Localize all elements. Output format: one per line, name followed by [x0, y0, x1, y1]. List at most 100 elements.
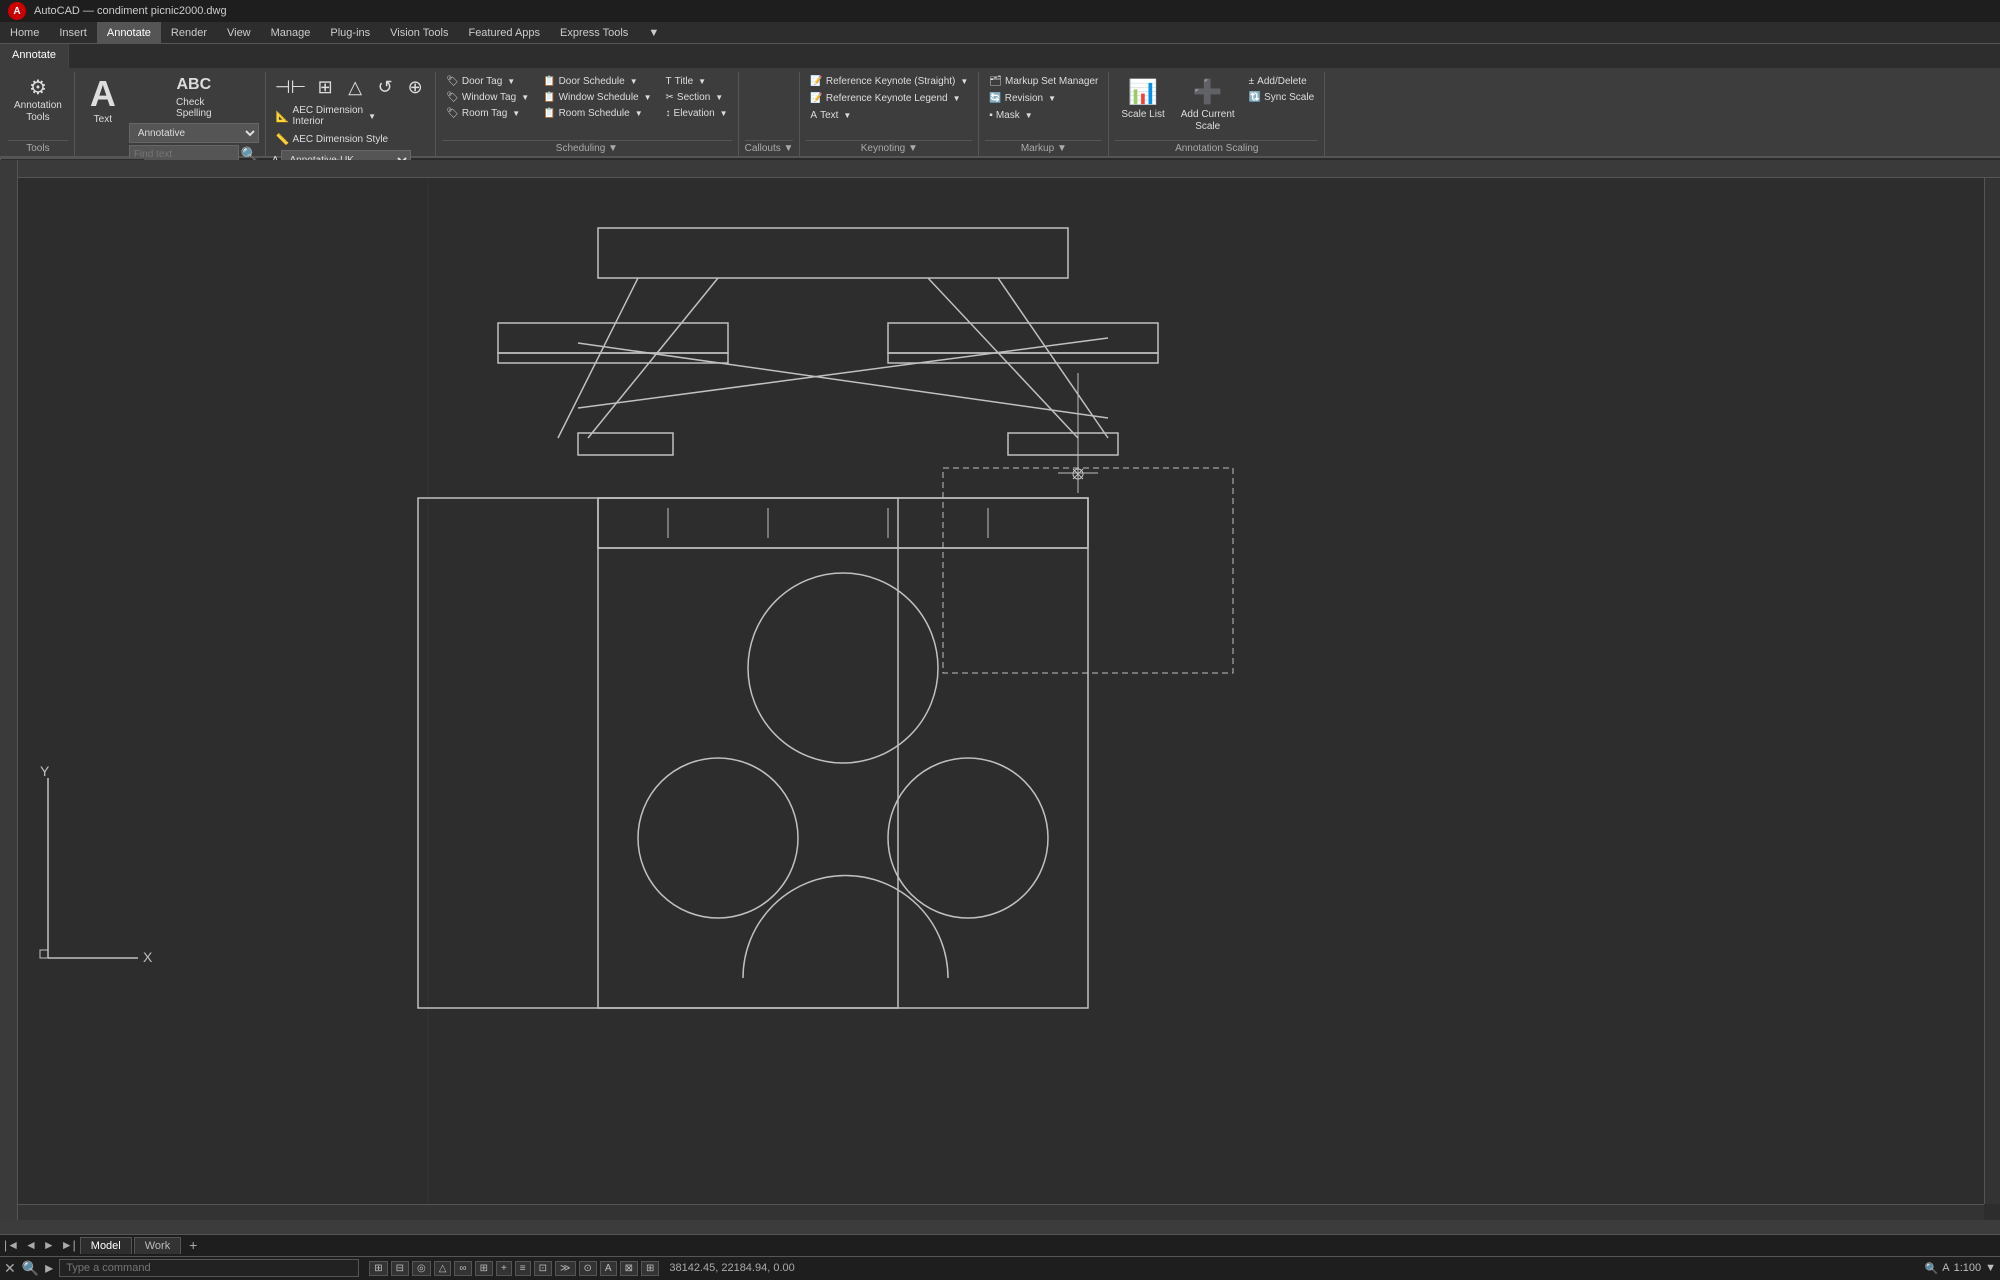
revision-arrow: ▼	[1048, 94, 1056, 103]
status-polar[interactable]: ◎	[412, 1261, 431, 1276]
tab-nav-prev-prev[interactable]: |◄	[2, 1238, 21, 1252]
status-ducs[interactable]: ⊞	[475, 1261, 493, 1276]
sync-scale-button[interactable]: 🔃 Sync Scale	[1245, 90, 1318, 105]
keynote-text-button[interactable]: A Text ▼	[806, 108, 855, 123]
section-icon: ✂	[666, 92, 674, 103]
menu-express-tools[interactable]: Express Tools	[550, 22, 638, 43]
scheduling-col-3: T Title ▼ ✂ Section ▼ ↕ Elevation ▼	[662, 74, 732, 121]
ribbon-group-markup: 🗂 Markup Set Manager 🔄 Revision ▼ ▪ Mask…	[979, 72, 1109, 156]
ref-keynote-legend-arrow: ▼	[953, 94, 961, 103]
window-tag-button[interactable]: 🏷 Window Tag ▼	[442, 90, 533, 105]
check-spelling-label: CheckSpelling	[176, 97, 212, 119]
text-button[interactable]: A Text	[81, 74, 125, 128]
cmd-close-button[interactable]: ✕	[4, 1260, 16, 1277]
coordinates-display: 38142.45, 22184.94, 0.00	[669, 1262, 794, 1274]
door-tag-label: Door Tag	[462, 76, 502, 87]
status-tp[interactable]: ⊡	[534, 1261, 552, 1276]
menu-vision-tools[interactable]: Vision Tools	[380, 22, 458, 43]
dim-icon-1[interactable]: ⊣⊢	[272, 74, 309, 101]
cmd-search-button[interactable]: 🔍	[22, 1260, 39, 1277]
work-tab[interactable]: Work	[134, 1237, 181, 1254]
window-schedule-button[interactable]: 📋 Window Schedule ▼	[539, 90, 655, 105]
model-tab[interactable]: Model	[80, 1237, 132, 1254]
command-input[interactable]	[59, 1259, 359, 1277]
menu-manage[interactable]: Manage	[261, 22, 321, 43]
ribbon-group-dimensions: ⊣⊢ ⊞ △ ↺ ⊕ 📐	[266, 72, 436, 156]
add-current-scale-label: Add CurrentScale	[1181, 109, 1235, 133]
section-label: Section	[677, 92, 710, 103]
section-button[interactable]: ✂ Section ▼	[662, 90, 732, 105]
menu-render[interactable]: Render	[161, 22, 217, 43]
title-arrow: ▼	[698, 77, 706, 86]
menu-view[interactable]: View	[217, 22, 261, 43]
status-am[interactable]: A	[600, 1261, 617, 1276]
room-schedule-button[interactable]: 📋 Room Schedule ▼	[539, 106, 655, 121]
room-tag-button[interactable]: 🏷 Room Tag ▼	[442, 106, 533, 121]
status-qp[interactable]: ≫	[555, 1261, 575, 1276]
menu-annotate[interactable]: Annotate	[97, 22, 161, 43]
status-dyn[interactable]: +	[496, 1261, 512, 1276]
menu-insert[interactable]: Insert	[49, 22, 97, 43]
elevation-label: Elevation	[674, 108, 715, 119]
window-schedule-label: Window Schedule	[559, 92, 639, 103]
ribbon-tab-annotate[interactable]: Annotate	[0, 44, 69, 68]
status-lw[interactable]: ≡	[515, 1261, 531, 1276]
reference-keynote-legend-button[interactable]: 📝 Reference Keynote Legend ▼	[806, 91, 964, 106]
reference-keynote-straight-button[interactable]: 📝 Reference Keynote (Straight) ▼	[806, 74, 972, 89]
tab-nav-next[interactable]: ►	[41, 1238, 57, 1252]
status-otrack[interactable]: ∞	[454, 1261, 471, 1276]
title-bar: A AutoCAD — condiment picnic2000.dwg	[0, 0, 2000, 22]
check-spelling-button[interactable]: ABC CheckSpelling	[129, 74, 259, 121]
annotation-tools-button[interactable]: ⚙ AnnotationTools	[8, 74, 68, 128]
text-style-select[interactable]: Annotative	[129, 123, 259, 143]
markup-set-manager-button[interactable]: 🗂 Markup Set Manager	[985, 74, 1102, 89]
model-tabs: |◄ ◄ ► ►| Model Work +	[0, 1235, 2000, 1257]
dim-icon-5[interactable]: ⊕	[401, 74, 429, 101]
scale-list-button[interactable]: 📊 Scale List	[1115, 74, 1170, 125]
scheduling-col-2: 📋 Door Schedule ▼ 📋 Window Schedule ▼ 📋 …	[539, 74, 655, 121]
dim-icon-2[interactable]: ⊞	[311, 74, 339, 101]
bottom-bar: |◄ ◄ ► ►| Model Work + ✕ 🔍 ▸ ⊞ ⊟ ◎ △ ∞ ⊞…	[0, 1234, 2000, 1280]
menu-featured-apps[interactable]: Featured Apps	[458, 22, 550, 43]
scroll-right[interactable]	[1984, 178, 2000, 1204]
door-schedule-button[interactable]: 📋 Door Schedule ▼	[539, 74, 655, 89]
add-current-scale-button[interactable]: ➕ Add CurrentScale	[1175, 74, 1241, 137]
tab-nav-prev[interactable]: ◄	[23, 1238, 39, 1252]
ref-keynote-straight-label: Reference Keynote (Straight)	[826, 76, 956, 87]
tab-nav-next-next[interactable]: ►|	[59, 1238, 78, 1252]
dim-icon-5-svg: ⊕	[408, 77, 423, 98]
status-gizmo[interactable]: ⊞	[641, 1261, 659, 1276]
mask-button[interactable]: ▪ Mask ▼	[985, 108, 1036, 123]
scale-display: 🔍 A 1:100 ▼	[1925, 1262, 1996, 1275]
dim-icon-4-svg: ↺	[378, 77, 393, 98]
status-ortho[interactable]: ⊟	[391, 1261, 409, 1276]
scale-icon: 🔍	[1925, 1262, 1939, 1275]
dim-icon-3[interactable]: △	[341, 74, 369, 101]
ribbon-group-scheduling: 🏷 Door Tag ▼ 🏷 Window Tag ▼ 🏷 Room Tag ▼	[436, 72, 738, 156]
menu-more[interactable]: ▼	[638, 22, 669, 43]
aec-dimension-style-button[interactable]: 📏 AEC Dimension Style	[272, 131, 392, 148]
menu-home[interactable]: Home	[0, 22, 49, 43]
aec-dimension-interior-button[interactable]: 📐 AEC DimensionInterior ▼	[272, 103, 429, 129]
door-tag-button[interactable]: 🏷 Door Tag ▼	[442, 74, 533, 89]
scroll-bottom[interactable]	[18, 1204, 1984, 1220]
scheduling-group-label: Scheduling ▼	[442, 140, 731, 156]
add-delete-button[interactable]: ± Add/Delete	[1245, 74, 1318, 89]
keynoting-buttons: 📝 Reference Keynote (Straight) ▼ 📝 Refer…	[806, 72, 972, 140]
status-osnap[interactable]: △	[434, 1261, 452, 1276]
scheduling-buttons: 🏷 Door Tag ▼ 🏷 Window Tag ▼ 🏷 Room Tag ▼	[442, 72, 731, 140]
title-button[interactable]: T Title ▼	[662, 74, 732, 89]
dim-icon-4[interactable]: ↺	[371, 74, 399, 101]
status-sc[interactable]: ⊙	[579, 1261, 597, 1276]
annotation-tools-icon: ⚙	[29, 78, 47, 98]
status-snap[interactable]: ⊞	[369, 1261, 387, 1276]
add-layout-button[interactable]: +	[183, 1237, 203, 1253]
elevation-icon: ↕	[666, 108, 671, 119]
revision-button[interactable]: 🔄 Revision ▼	[985, 91, 1060, 106]
cmd-arrow-button[interactable]: ▸	[45, 1258, 53, 1278]
status-sel[interactable]: ⊠	[620, 1261, 638, 1276]
elevation-button[interactable]: ↕ Elevation ▼	[662, 106, 732, 121]
drawing-canvas[interactable]: X Y	[18, 178, 2000, 1220]
menu-plugins[interactable]: Plug-ins	[320, 22, 380, 43]
aec-dim-label: AEC DimensionInterior	[293, 105, 364, 127]
